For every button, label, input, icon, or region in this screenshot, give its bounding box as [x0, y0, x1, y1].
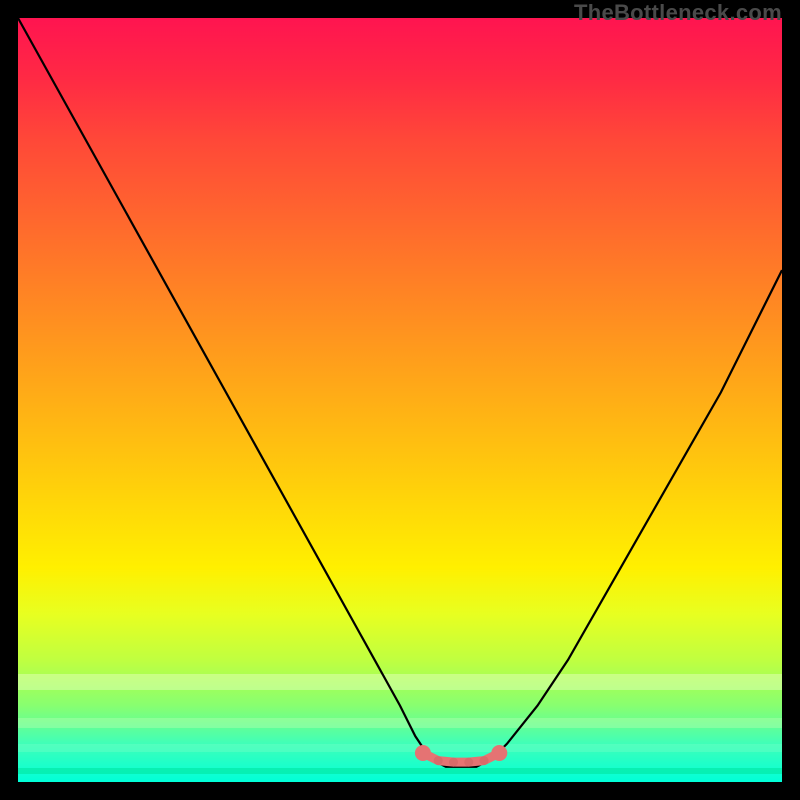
plot-area: [18, 18, 782, 782]
marker-end-dot: [491, 745, 507, 761]
bottleneck-curve: [18, 18, 782, 767]
marker-dot: [464, 758, 473, 767]
marker-dot: [434, 756, 443, 765]
marker-dot: [449, 758, 458, 767]
marker-dot: [480, 756, 489, 765]
watermark-label: TheBottleneck.com: [574, 0, 782, 26]
curve-svg: [18, 18, 782, 782]
chart-container: TheBottleneck.com: [0, 0, 800, 800]
marker-end-dot: [415, 745, 431, 761]
